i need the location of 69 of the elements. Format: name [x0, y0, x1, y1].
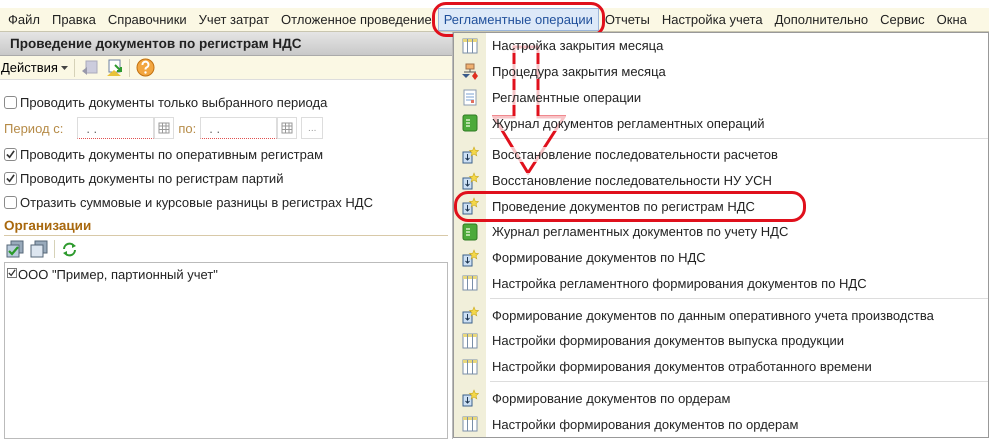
menu-item[interactable]: Настройка учета [656, 8, 769, 31]
section-title: Организации [4, 214, 448, 236]
menu-item[interactable]: Настройки формирования документов отработанного времени [454, 354, 988, 380]
menu-item[interactable]: Правка [46, 8, 102, 31]
menu-item[interactable]: Регламентные операции [454, 84, 988, 110]
menu-item[interactable]: Настройка закрытия месяца [454, 33, 988, 59]
checkbox[interactable] [4, 96, 17, 108]
actions-button[interactable]: Действия [1, 60, 68, 75]
menu-item[interactable]: Учет затрат [192, 8, 276, 31]
checkbox[interactable] [4, 196, 17, 208]
organization-name: ООО "Пример, партионный учет" [18, 267, 218, 282]
document-arrow-icon[interactable] [80, 58, 99, 76]
menu-item[interactable]: Файл [2, 8, 46, 31]
checkbox-label: Проводить документы по оперативным регистрам [20, 146, 324, 162]
menu-item[interactable]: Настройки формирования документов по ордерам [454, 411, 988, 437]
date-field[interactable]: . . [200, 117, 278, 139]
menu-item[interactable]: Журнал регламентных документов по учету НДС [454, 219, 988, 245]
menu-item[interactable]: Настройка регламентного формирования документов по НДС [454, 270, 988, 296]
book-icon [462, 114, 478, 132]
period-to-label: по: [178, 120, 196, 136]
flowchart-icon [461, 62, 479, 81]
menu-item[interactable]: Проведение документов по регистрам НДС [454, 193, 988, 220]
menu-item[interactable]: Дополнительно [768, 8, 874, 31]
menu-item[interactable]: Справочники [102, 8, 193, 31]
document-star-icon [461, 197, 479, 216]
table-icon [462, 416, 478, 432]
table-icon [462, 358, 478, 375]
checkbox-label: Проводить документы по регистрам партий [20, 170, 284, 186]
caret-icon [60, 66, 68, 70]
menu-item[interactable]: Настройки формирования документов выпуска продукции [454, 328, 988, 354]
document-star-icon [461, 172, 479, 190]
checkbox[interactable] [7, 268, 17, 278]
window-title: Проведение документов по регистрам НДС [0, 32, 452, 56]
book-icon [462, 222, 478, 241]
table-icon [462, 332, 478, 349]
checkbox-label: Отразить суммовые и курсовые разницы в регистрах НДС [20, 194, 373, 210]
checkbox-label: Проводить документы только выбранного периода [20, 94, 328, 110]
menu-item[interactable]: Отчеты [598, 8, 656, 31]
table-icon [462, 38, 478, 54]
document-star-icon [461, 146, 479, 164]
menu-item[interactable]: Процедура закрытия месяца [454, 58, 988, 84]
calendar-icon[interactable] [154, 117, 174, 139]
menu-item[interactable]: Формирование документов по данным оперативного учета производства [454, 302, 988, 328]
checkbox[interactable] [4, 172, 17, 184]
menu-item[interactable]: Журнал документов регламентных операций [454, 110, 988, 136]
menu-item[interactable]: Отложенное проведение [275, 8, 438, 31]
menu-item[interactable]: Восстановление последовательности расчетов [454, 142, 988, 168]
refresh-icon[interactable] [61, 240, 78, 258]
calendar-icon[interactable] [277, 117, 298, 139]
table-icon [462, 275, 478, 292]
menu-item[interactable]: Формирование документов по ордерам [454, 385, 988, 412]
document-star-icon [461, 389, 479, 408]
document-icon [463, 88, 477, 106]
document-star-icon [461, 248, 479, 267]
check-all-icon[interactable] [6, 240, 24, 258]
date-field[interactable]: . . [77, 117, 154, 139]
checkmark-icon [6, 174, 15, 182]
document-star-icon [461, 306, 479, 324]
menu-item[interactable]: Формирование документов по НДС [454, 244, 988, 271]
period-from-label: Период с: [4, 120, 64, 136]
checkbox[interactable] [4, 148, 17, 160]
menu-item[interactable]: Восстановление последовательности НУ УСН [454, 168, 988, 194]
uncheck-all-icon[interactable] [30, 240, 48, 258]
menu-item[interactable]: Окна [930, 8, 973, 31]
menu-item[interactable]: Регламентные операции [438, 8, 599, 31]
document-arrow-icon[interactable] [104, 58, 123, 76]
checkmark-icon [6, 150, 15, 158]
help-icon[interactable] [136, 58, 155, 77]
menu-item[interactable]: Сервис [874, 8, 931, 31]
